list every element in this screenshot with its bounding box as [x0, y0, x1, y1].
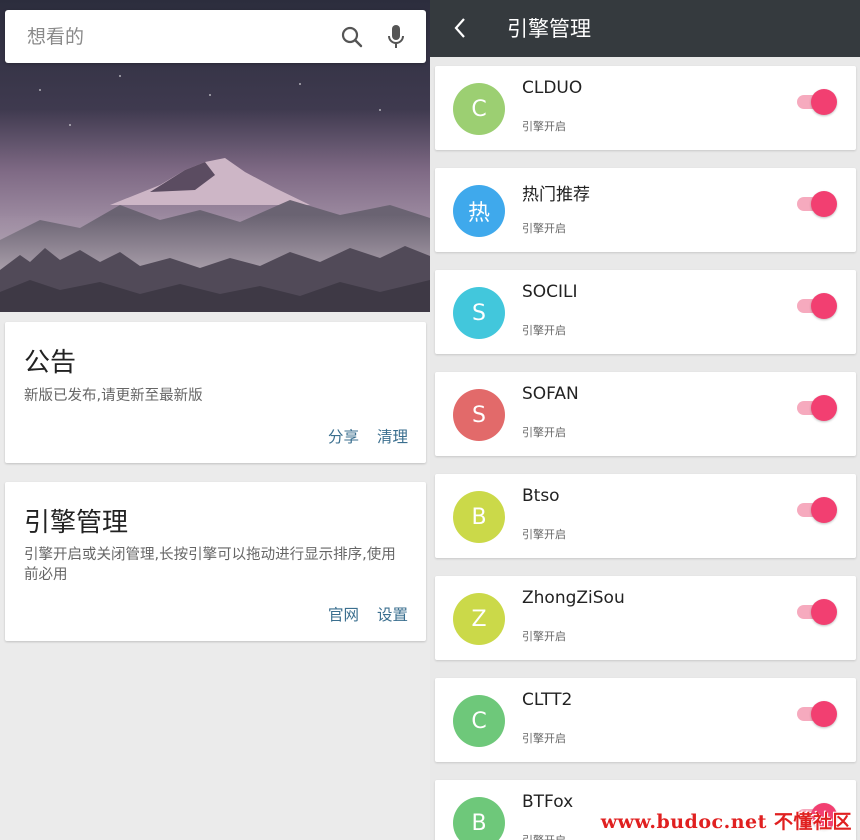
search-home-screen: 公告 新版已发布,请更新至最新版 分享 清理 引擎管理 引擎开启或关闭管理,长按…: [0, 0, 430, 840]
engine-toggle[interactable]: [797, 191, 837, 217]
engine-name: ZhongZiSou: [522, 588, 625, 608]
engine-status: 引擎开启: [522, 426, 566, 439]
engine-name: Btso: [522, 486, 560, 506]
engine-name: BTFox: [522, 792, 574, 812]
engine-card-text: 引擎开启或关闭管理,长按引擎可以拖动进行显示排序,使用前必用: [24, 547, 396, 583]
clean-button[interactable]: 清理: [377, 425, 408, 447]
engine-status: 引擎开启: [522, 120, 566, 133]
back-arrow-icon[interactable]: [444, 12, 476, 44]
engine-item[interactable]: C CLTT2 引擎开启: [435, 678, 856, 762]
engine-name: 热门推荐: [522, 185, 590, 205]
engine-toggle[interactable]: [797, 599, 837, 625]
page-title: 引擎管理: [507, 17, 591, 41]
engine-status: 引擎开启: [522, 324, 566, 337]
search-bar: [5, 10, 426, 63]
engine-item[interactable]: Z ZhongZiSou 引擎开启: [435, 576, 856, 660]
engine-item[interactable]: 热 热门推荐 引擎开启: [435, 168, 856, 252]
engine-name: SOFAN: [522, 384, 579, 404]
settings-button[interactable]: 设置: [377, 603, 408, 625]
engine-card-actions: 官网 设置: [328, 603, 408, 625]
engine-item[interactable]: B Btso 引擎开启: [435, 474, 856, 558]
engine-name: CLTT2: [522, 690, 573, 710]
engine-status: 引擎开启: [522, 630, 566, 643]
engine-status: 引擎开启: [522, 222, 566, 235]
official-site-button[interactable]: 官网: [328, 603, 359, 625]
engine-toggle[interactable]: [797, 293, 837, 319]
announcement-card: 公告 新版已发布,请更新至最新版 分享 清理: [5, 322, 426, 463]
engine-item[interactable]: S SOFAN 引擎开启: [435, 372, 856, 456]
engine-toggle[interactable]: [797, 497, 837, 523]
engine-avatar: S: [453, 389, 505, 441]
engine-avatar: S: [453, 287, 505, 339]
engine-name: SOCILI: [522, 282, 578, 302]
engine-status: 引擎开启: [522, 732, 566, 745]
engine-avatar: 热: [453, 185, 505, 237]
engine-card-title: 引擎管理: [24, 508, 129, 538]
announcement-title: 公告: [24, 348, 77, 378]
engine-toggle[interactable]: [797, 89, 837, 115]
engine-avatar: Z: [453, 593, 505, 645]
share-button[interactable]: 分享: [328, 425, 359, 447]
engine-item[interactable]: S SOCILI 引擎开启: [435, 270, 856, 354]
engine-management-card: 引擎管理 引擎开启或关闭管理,长按引擎可以拖动进行显示排序,使用前必用 官网 设…: [5, 482, 426, 641]
engine-name: CLDUO: [522, 78, 583, 98]
engine-item[interactable]: C CLDUO 引擎开启: [435, 66, 856, 150]
engine-status: 引擎开启: [522, 528, 566, 541]
engine-avatar: B: [453, 491, 505, 543]
engine-avatar: B: [453, 797, 505, 840]
announcement-actions: 分享 清理: [328, 425, 408, 447]
engine-toggle[interactable]: [797, 701, 837, 727]
announcement-text: 新版已发布,请更新至最新版: [24, 388, 203, 404]
top-app-bar: 引擎管理: [430, 0, 860, 57]
search-input[interactable]: [5, 10, 338, 63]
engine-management-screen: C CLDUO 引擎开启 热 热门推荐 引擎开启 S SOCILI 引擎开启 S…: [430, 0, 860, 840]
engine-toggle[interactable]: [797, 395, 837, 421]
search-icon[interactable]: [338, 23, 366, 51]
engine-avatar: C: [453, 695, 505, 747]
microphone-icon[interactable]: [382, 23, 410, 51]
watermark-logo: www.budoc.net 不懂社区: [600, 811, 852, 833]
engine-avatar: C: [453, 83, 505, 135]
engine-status: 引擎开启: [522, 832, 566, 840]
